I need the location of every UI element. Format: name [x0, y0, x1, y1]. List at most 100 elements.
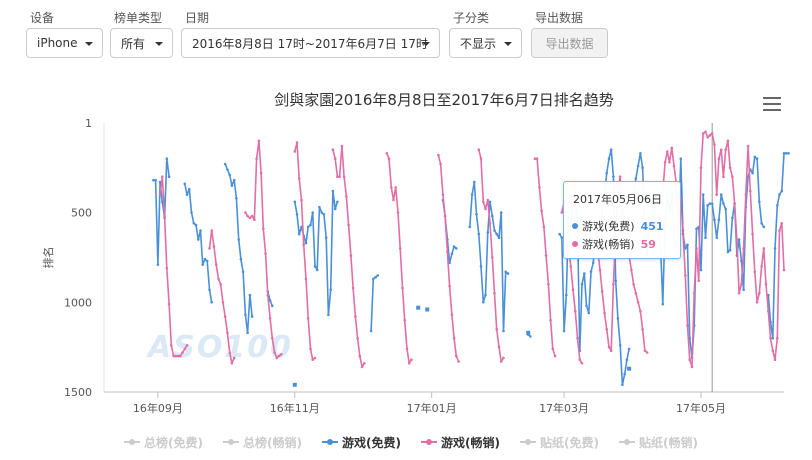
data-point	[708, 134, 712, 137]
data-point	[275, 356, 279, 360]
data-point	[749, 189, 752, 193]
chart-menu-icon[interactable]	[763, 97, 781, 111]
data-point	[713, 218, 716, 221]
data-point	[778, 193, 781, 196]
tooltip-row-label: 游戏(畅销)	[582, 238, 635, 251]
isolated-data-point	[526, 330, 531, 335]
data-point	[197, 238, 200, 241]
data-point	[708, 202, 712, 205]
data-point	[410, 358, 413, 362]
subcategory-select[interactable]: 不显示	[449, 28, 522, 58]
data-point	[616, 317, 620, 320]
data-point	[706, 135, 709, 139]
data-point	[547, 283, 550, 286]
data-point	[221, 301, 225, 304]
data-point	[701, 193, 705, 196]
data-point	[753, 155, 757, 159]
data-point	[562, 329, 566, 333]
data-point	[623, 372, 626, 376]
data-point	[585, 304, 588, 308]
data-point	[455, 247, 458, 250]
data-point	[392, 198, 395, 202]
tooltip-row-label: 游戏(免费)	[582, 220, 635, 233]
data-point	[755, 301, 759, 304]
data-point	[158, 193, 162, 196]
data-point	[345, 195, 348, 198]
data-point	[322, 213, 326, 216]
data-point	[264, 252, 267, 256]
data-point	[448, 284, 451, 288]
legend-item-total-free[interactable]: 总榜(免费)	[124, 432, 203, 452]
data-point	[246, 214, 249, 218]
data-point	[439, 162, 442, 166]
data-point	[342, 175, 346, 178]
legend-label: 总榜(免费)	[144, 435, 203, 450]
data-point	[719, 193, 723, 196]
list-type-select[interactable]: 所有	[110, 28, 173, 58]
date-range-select[interactable]: 2016年8月8日 17时~2017年6月7日 17时	[181, 28, 440, 58]
data-point	[670, 146, 674, 150]
data-point	[302, 243, 306, 247]
data-point	[482, 301, 485, 304]
data-point	[356, 336, 359, 340]
data-point	[455, 354, 458, 358]
legend-item-game-free[interactable]: 游戏(免费)	[322, 432, 401, 452]
data-point	[493, 292, 496, 295]
data-point	[235, 196, 238, 200]
data-point	[719, 148, 723, 151]
data-point	[170, 344, 173, 347]
legend-item-sticker-grossing[interactable]: 贴纸(畅销)	[619, 432, 698, 452]
data-point	[668, 161, 671, 164]
data-point	[558, 232, 561, 236]
data-point	[363, 362, 366, 365]
data-point	[351, 286, 355, 290]
data-point	[636, 301, 640, 304]
data-point	[726, 250, 730, 254]
data-point	[237, 238, 240, 241]
legend-item-game-grossing[interactable]: 游戏(畅销)	[421, 432, 500, 452]
data-point	[477, 148, 481, 151]
data-point	[630, 268, 633, 272]
data-point	[692, 292, 696, 295]
data-point	[762, 225, 766, 229]
isolated-data-point	[416, 305, 421, 310]
data-point	[499, 360, 503, 363]
data-point	[742, 288, 745, 291]
data-point	[549, 318, 552, 322]
legend-item-total-grossing[interactable]: 总榜(畅销)	[223, 432, 302, 452]
data-point	[479, 265, 483, 268]
data-point	[502, 356, 505, 360]
data-point	[443, 214, 447, 218]
data-point	[293, 200, 297, 204]
date-label: 日期	[185, 11, 210, 25]
data-point	[701, 132, 705, 135]
data-point	[618, 175, 622, 178]
data-point	[641, 166, 644, 169]
device-select[interactable]: iPhone	[26, 28, 103, 58]
data-point	[347, 223, 350, 227]
legend-label: 游戏(畅销)	[441, 435, 500, 450]
series-line	[332, 145, 365, 368]
data-point	[295, 141, 299, 144]
data-point	[394, 186, 398, 189]
data-point	[491, 214, 494, 218]
data-point	[313, 265, 317, 268]
data-point	[228, 173, 231, 177]
data-point	[704, 236, 707, 239]
data-point	[327, 313, 330, 317]
legend-item-sticker-free[interactable]: 贴纸(免费)	[520, 432, 599, 452]
data-point	[470, 193, 474, 196]
data-point	[776, 336, 779, 340]
export-button[interactable]: 导出数据	[531, 28, 608, 58]
tooltip-row-value: 451	[640, 219, 664, 233]
data-point	[244, 313, 247, 317]
data-point	[257, 139, 261, 143]
data-point	[758, 200, 761, 204]
data-point	[199, 229, 202, 232]
data-point	[760, 222, 763, 225]
data-point	[506, 272, 510, 275]
data-point	[695, 227, 698, 230]
data-point	[262, 227, 265, 230]
data-point	[773, 247, 777, 250]
data-point	[165, 157, 169, 160]
